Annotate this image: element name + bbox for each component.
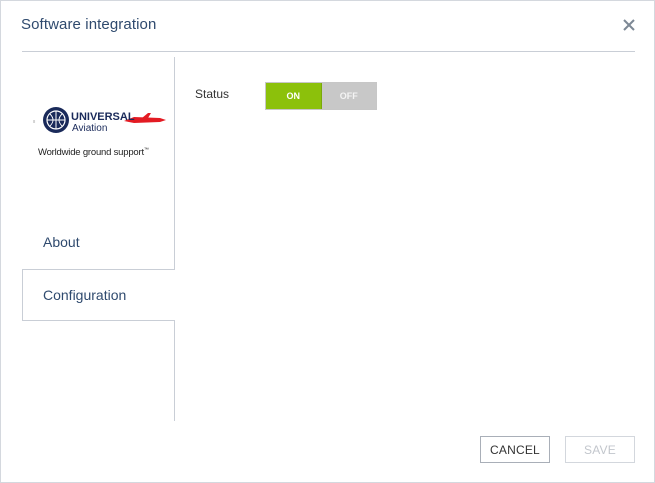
toggle-off-option[interactable]: OFF (321, 83, 376, 109)
logo-brand-line2: Aviation (72, 123, 107, 134)
logo-tagline: Worldwide ground support™ (38, 147, 149, 159)
sidebar-item-about[interactable]: About (22, 216, 175, 268)
save-button[interactable]: SAVE (565, 436, 635, 463)
dialog-title: Software integration (21, 16, 157, 33)
logo-brand-line1: UNIVERSAL (71, 111, 135, 123)
sidebar-divider (174, 57, 175, 421)
status-label: Status (195, 87, 230, 101)
sidebar-item-configuration[interactable]: Configuration (22, 269, 175, 321)
title-divider (22, 51, 635, 52)
status-toggle[interactable]: ON OFF (265, 82, 377, 110)
toggle-on-option[interactable]: ON (266, 83, 322, 109)
integration-sidebar: ≡ UNIVERSAL Aviation Worldwide ground su… (22, 57, 175, 421)
cancel-button[interactable]: CANCEL (480, 436, 550, 463)
close-icon[interactable] (618, 14, 640, 36)
software-integration-dialog: Software integration ≡ UNIVERSAL Aviatio… (0, 0, 655, 483)
svg-text:≡: ≡ (33, 119, 36, 124)
